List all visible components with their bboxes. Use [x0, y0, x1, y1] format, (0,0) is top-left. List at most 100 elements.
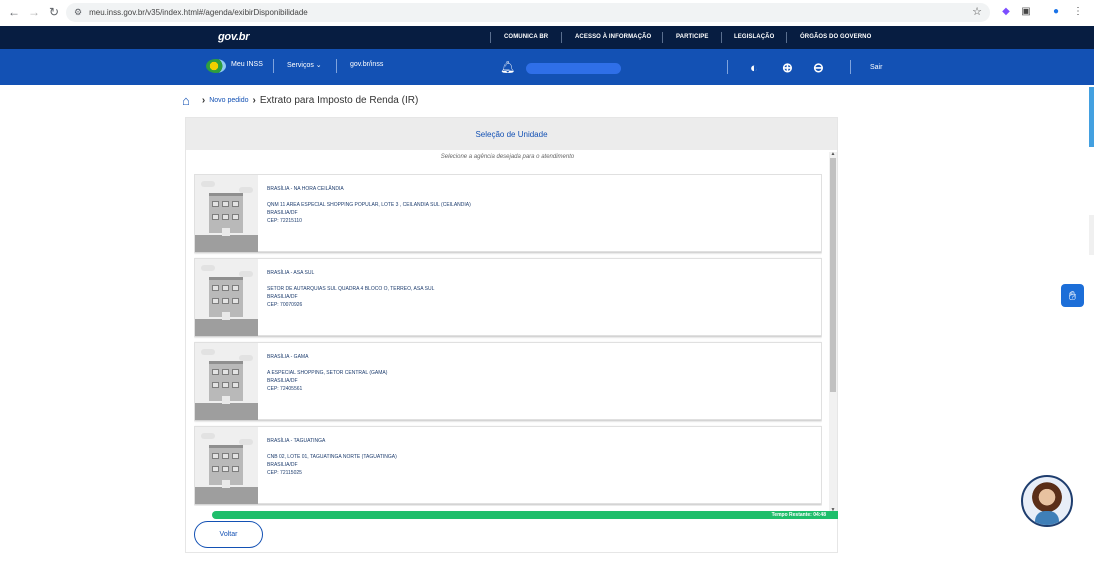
- inss-logo-icon[interactable]: [206, 59, 226, 73]
- vlibras-sign-language-icon[interactable]: ✋︎: [1061, 284, 1084, 307]
- unit-address: QNM 11 AREA ESPECIAL SHOPPING POPULAR, L…: [267, 202, 471, 208]
- unit-city: BRASILIA/DF: [267, 462, 298, 468]
- list-scrollbar[interactable]: ▲ ▼: [829, 151, 837, 513]
- zoom-in-icon[interactable]: ⊕: [782, 60, 793, 76]
- cloud-shape: [201, 433, 215, 439]
- govbr-inss-link[interactable]: gov.br/inss: [350, 61, 383, 68]
- divider: [850, 60, 851, 74]
- chevron-right-icon: ›: [201, 95, 206, 106]
- logout-button[interactable]: Sair: [870, 64, 882, 71]
- unit-details: BRASÍLIA - NA HORA CEILÂNDIA QNM 11 AREA…: [267, 185, 471, 225]
- breadcrumb-novo-pedido[interactable]: Novo pedido: [209, 97, 248, 104]
- govbr-top-bar: gov.br COMUNICA BR ACESSO À INFORMAÇÃO P…: [0, 26, 1094, 49]
- door-shape: [222, 396, 230, 404]
- door-shape: [222, 228, 230, 236]
- time-remaining-text: Tempo Restante: 04:48: [771, 512, 826, 518]
- breadcrumb: ⌂ › Novo pedido › Extrato para Imposto d…: [182, 93, 418, 108]
- unit-address: A ESPECIAL SHOPPING, SETOR CENTRAL (GAMA…: [267, 370, 388, 376]
- divider: [490, 32, 491, 43]
- window-shape: [232, 369, 239, 375]
- window-shape: [222, 369, 229, 375]
- unit-cep: CEP: 70070926: [267, 302, 303, 308]
- extension-icon[interactable]: ◆: [1000, 5, 1012, 17]
- govbar-link-participe[interactable]: PARTICIPE: [676, 34, 708, 40]
- building-icon: [209, 445, 243, 488]
- url-text[interactable]: meu.inss.gov.br/v35/index.html#/agenda/e…: [89, 8, 308, 17]
- unit-address: SETOR DE AUTARQUIAS SUL QUADRA 4 BLOCO O…: [267, 286, 435, 292]
- building-icon: [209, 277, 243, 320]
- chevron-down-icon: ⌄: [315, 62, 322, 69]
- unit-selection-card: Seleção de Unidade Selecione a agência d…: [185, 117, 838, 553]
- window-shape: [232, 453, 239, 459]
- browser-toolbar: ← → ↻ ⚙ meu.inss.gov.br/v35/index.html#/…: [0, 0, 1094, 25]
- back-button[interactable]: Voltar: [194, 521, 263, 548]
- unit-details: BRASÍLIA - GAMA A ESPECIAL SHOPPING, SET…: [267, 353, 387, 393]
- card-title: Seleção de Unidade: [186, 118, 837, 150]
- window-shape: [222, 298, 229, 304]
- home-icon[interactable]: ⌂: [182, 93, 190, 108]
- unit-city: BRASILIA/DF: [267, 210, 298, 216]
- govbar-link-acesso[interactable]: ACESSO À INFORMAÇÃO: [575, 34, 651, 40]
- cloud-shape: [201, 265, 215, 271]
- time-remaining-bar: Tempo Restante: 04:48: [212, 511, 838, 519]
- unit-cep: CEP: 72215110: [267, 218, 302, 224]
- scroll-up-arrow-icon[interactable]: ▲: [829, 151, 837, 157]
- window-shape: [212, 298, 219, 304]
- divider: [786, 32, 787, 43]
- govbar-link-orgaos[interactable]: ÓRGÃOS DO GOVERNO: [800, 34, 871, 40]
- browser-menu-icon[interactable]: ⋮: [1072, 5, 1084, 17]
- divider: [561, 32, 562, 43]
- reload-icon[interactable]: ↻: [44, 2, 64, 22]
- profile-icon[interactable]: ●: [1050, 5, 1062, 17]
- window-shape: [232, 298, 239, 304]
- contrast-icon[interactable]: ◐: [750, 60, 758, 75]
- page-scroll-indicator[interactable]: [1089, 87, 1094, 147]
- divider: [727, 60, 728, 74]
- building-image: [195, 427, 258, 504]
- unit-name: BRASÍLIA - ASA SUL: [267, 270, 315, 276]
- window-shape: [222, 466, 229, 472]
- divider: [336, 59, 337, 73]
- building-image: [195, 259, 258, 336]
- door-shape: [222, 312, 230, 320]
- extensions-puzzle-icon[interactable]: ▣: [1020, 5, 1032, 17]
- unit-item[interactable]: BRASÍLIA - GAMA A ESPECIAL SHOPPING, SET…: [194, 342, 822, 420]
- servicos-menu[interactable]: Serviços ⌄: [287, 61, 322, 69]
- window-shape: [212, 382, 219, 388]
- building-icon: [209, 193, 243, 236]
- unit-item[interactable]: BRASÍLIA - NA HORA CEILÂNDIA QNM 11 AREA…: [194, 174, 822, 252]
- meu-inss-link[interactable]: Meu INSS: [231, 61, 263, 68]
- virtual-assistant-avatar[interactable]: [1021, 475, 1073, 527]
- window-shape: [232, 382, 239, 388]
- avatar-body-shape: [1035, 511, 1059, 525]
- divider: [273, 59, 274, 73]
- unit-list: BRASÍLIA - NA HORA CEILÂNDIA QNM 11 AREA…: [194, 174, 822, 506]
- unit-city: BRASILIA/DF: [267, 378, 298, 384]
- govbar-link-comunica[interactable]: COMUNICA BR: [504, 34, 548, 40]
- unit-item[interactable]: BRASÍLIA - ASA SUL SETOR DE AUTARQUIAS S…: [194, 258, 822, 336]
- govbar-link-legislacao[interactable]: LEGISLAÇÃO: [734, 34, 774, 40]
- cloud-shape: [201, 349, 215, 355]
- redacted-user-name: [526, 63, 621, 74]
- window-shape: [232, 214, 239, 220]
- unit-cep: CEP: 72405561: [267, 386, 303, 392]
- unit-city: BRASILIA/DF: [267, 294, 298, 300]
- site-settings-icon[interactable]: ⚙: [74, 7, 82, 18]
- address-bar[interactable]: ⚙ meu.inss.gov.br/v35/index.html#/agenda…: [66, 3, 990, 22]
- unit-name: BRASÍLIA - NA HORA CEILÂNDIA: [267, 186, 344, 192]
- unit-name: BRASÍLIA - TAGUATINGA: [267, 438, 326, 444]
- notification-bell-icon[interactable]: 🔔︎: [500, 60, 515, 74]
- zoom-out-icon[interactable]: ⊖: [813, 60, 824, 76]
- unit-details: BRASÍLIA - TAGUATINGA CNB 02, LOTE 01, T…: [267, 437, 397, 477]
- window-shape: [222, 285, 229, 291]
- building-icon: [209, 361, 243, 404]
- scroll-thumb[interactable]: [830, 158, 836, 392]
- govbr-logo[interactable]: gov.br: [218, 31, 250, 43]
- bookmark-star-icon[interactable]: ☆: [972, 5, 982, 18]
- forward-arrow-icon[interactable]: →: [24, 2, 44, 22]
- unit-details: BRASÍLIA - ASA SUL SETOR DE AUTARQUIAS S…: [267, 269, 434, 309]
- window-shape: [222, 453, 229, 459]
- window-shape: [212, 285, 219, 291]
- unit-item[interactable]: BRASÍLIA - TAGUATINGA CNB 02, LOTE 01, T…: [194, 426, 822, 504]
- back-arrow-icon[interactable]: ←: [4, 2, 24, 22]
